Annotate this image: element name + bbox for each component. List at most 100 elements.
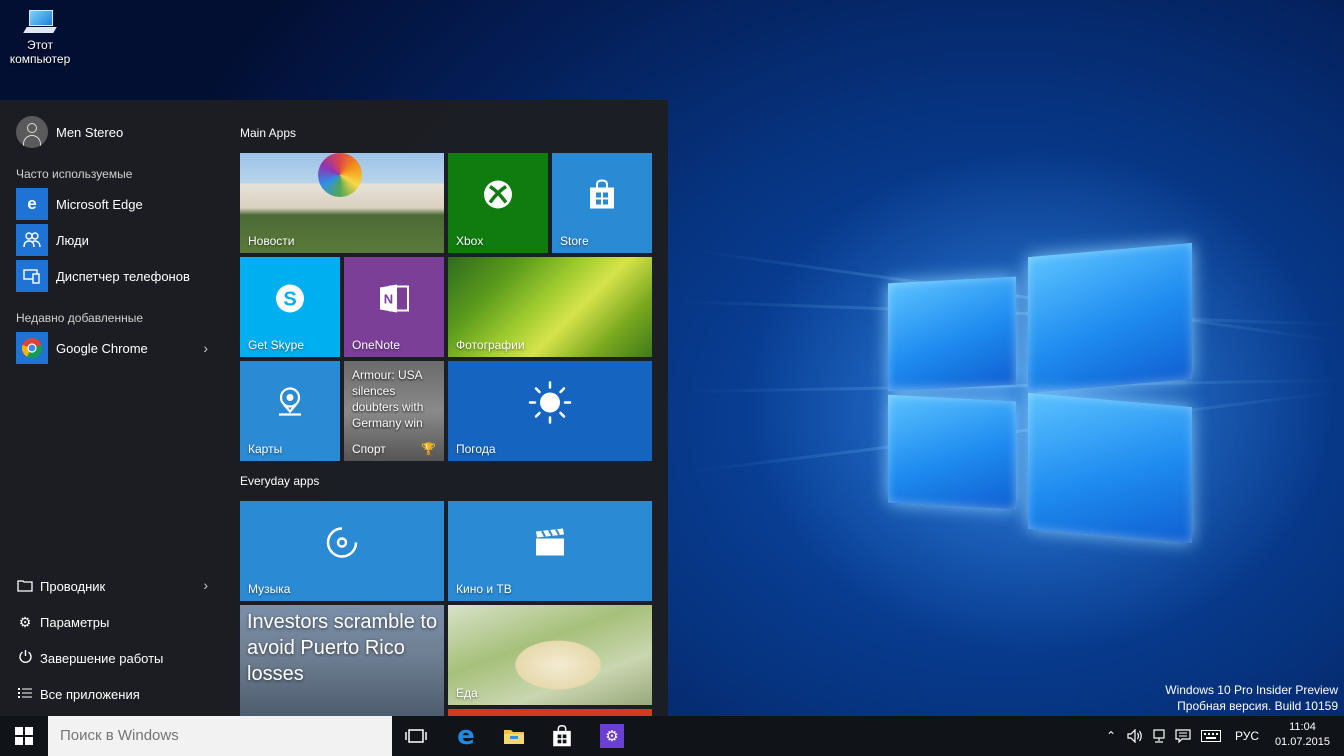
tile-label: Xbox [456, 234, 484, 248]
clapperboard-icon [534, 528, 566, 563]
tile-label: Новости [248, 234, 295, 248]
phone-companion-icon [16, 260, 48, 292]
computer-icon [23, 10, 57, 34]
store-bag-icon [553, 725, 571, 747]
tile-news[interactable]: Новости [240, 153, 444, 253]
gear-icon: ⚙ [18, 613, 32, 630]
tile-label: Еда [456, 686, 478, 700]
logo-pane-top-right [1028, 242, 1192, 394]
app-item-chrome[interactable]: Google Chrome › [16, 332, 216, 364]
food-photo [448, 605, 652, 705]
app-item-edge[interactable]: e Microsoft Edge [16, 188, 216, 220]
tile-label: Кино и ТВ [456, 582, 512, 596]
tile-movies[interactable]: Кино и ТВ [448, 501, 652, 601]
search-input[interactable] [48, 716, 392, 756]
tile-label: Карты [248, 442, 283, 456]
taskbar: e ⚙ ⌃ РУС 11:04 01.07.2015 [0, 716, 1344, 756]
app-item-phone-companion[interactable]: Диспетчер телефонов [16, 260, 216, 292]
app-item-label: Диспетчер телефонов [56, 268, 190, 284]
clock-time: 11:04 [1289, 721, 1316, 733]
taskbar-store-button[interactable] [538, 716, 586, 756]
edge-icon: e [16, 188, 48, 220]
system-item-explorer[interactable]: Проводник › [16, 574, 216, 598]
tile-skype[interactable]: S Get Skype [240, 257, 340, 357]
tile-food[interactable]: Еда [448, 605, 652, 705]
onenote-icon: N [378, 283, 410, 320]
network-button[interactable] [1148, 716, 1170, 756]
start-button[interactable] [0, 716, 48, 756]
tile-sport[interactable]: Armour: USA silences doubters with Germa… [344, 361, 444, 461]
desktop-icon-label: Этот [27, 38, 53, 52]
tile-photos[interactable]: Фотографии [448, 257, 652, 357]
tile-xbox[interactable]: Xbox [448, 153, 548, 253]
volume-button[interactable] [1124, 716, 1146, 756]
tile-store[interactable]: Store [552, 153, 652, 253]
network-icon [1153, 729, 1165, 743]
music-disc-icon [325, 526, 359, 565]
balloon-shape [318, 153, 362, 197]
power-icon [16, 649, 34, 667]
group-label-everyday-apps: Everyday apps [240, 474, 320, 488]
tile-label: Спорт [352, 442, 386, 456]
svg-text:S: S [283, 289, 296, 311]
speaker-icon [1127, 729, 1142, 743]
build-watermark: Windows 10 Pro Insider Preview Пробная в… [1165, 682, 1338, 714]
language-indicator[interactable]: РУС [1230, 716, 1264, 756]
logo-pane-top-left [888, 276, 1016, 392]
clock-date: 01.07.2015 [1274, 736, 1330, 748]
list-icon [16, 686, 34, 702]
desktop-icon-this-pc[interactable]: Этот компьютер [4, 6, 76, 66]
keyboard-icon [1201, 730, 1221, 742]
tile-label: Get Skype [248, 338, 305, 352]
watermark-line: Пробная версия. Build 10159 [1177, 699, 1338, 713]
tile-onenote[interactable]: N OneNote [344, 257, 444, 357]
watermark-line: Windows 10 Pro Insider Preview [1165, 683, 1338, 697]
task-view-button[interactable] [392, 716, 440, 756]
taskbar-explorer-button[interactable] [490, 716, 538, 756]
edge-icon: e [457, 721, 475, 751]
most-used-label: Часто используемые [16, 167, 133, 181]
gear-icon: ⚙ [600, 724, 624, 748]
app-item-people[interactable]: Люди [16, 224, 216, 256]
tile-money[interactable]: Investors scramble to avoid Puerto Rico … [240, 605, 444, 716]
clock[interactable]: 11:04 01.07.2015 [1275, 720, 1330, 750]
sport-headline: Armour: USA silences doubters with Germa… [352, 368, 424, 430]
chevron-right-icon[interactable]: › [203, 340, 208, 356]
svg-text:N: N [384, 292, 393, 307]
tile-maps[interactable]: Карты [240, 361, 340, 461]
taskbar-edge-button[interactable]: e [442, 716, 490, 756]
folder-icon [504, 730, 524, 744]
system-item-all-apps[interactable]: Все приложения [16, 682, 216, 706]
tile-music[interactable]: Музыка [240, 501, 444, 601]
logo-pane-bottom-right [1028, 392, 1192, 544]
tile-partial-bottom[interactable] [448, 709, 652, 716]
chevron-right-icon[interactable]: › [203, 577, 208, 593]
system-item-label: Завершение работы [40, 650, 164, 666]
action-center-button[interactable] [1172, 716, 1194, 756]
system-item-label: Параметры [40, 614, 110, 630]
tile-label: Погода [456, 442, 496, 456]
system-item-label: Проводник [40, 578, 106, 594]
tile-label: Store [560, 234, 589, 248]
sun-icon [528, 381, 572, 430]
task-view-icon [405, 729, 427, 743]
map-pin-icon [275, 387, 305, 424]
tile-label: Фотографии [456, 338, 525, 352]
tile-label: Музыка [248, 582, 291, 596]
skype-icon: S [273, 282, 307, 321]
touch-keyboard-button[interactable] [1198, 716, 1224, 756]
user-account[interactable]: Men Stereo [16, 116, 123, 148]
system-item-settings[interactable]: ⚙ Параметры [16, 610, 216, 634]
start-left-column: Men Stereo Часто используемые e Microsof… [0, 100, 226, 716]
logo-pane-bottom-left [888, 394, 1016, 510]
app-item-label: Google Chrome [56, 340, 148, 356]
app-item-label: Microsoft Edge [56, 196, 143, 212]
group-label-main-apps: Main Apps [240, 126, 297, 140]
system-item-power[interactable]: Завершение работы [16, 646, 216, 670]
trophy-icon: 🏆 [421, 442, 436, 456]
chrome-icon [16, 332, 48, 364]
show-hidden-icons-button[interactable]: ⌃ [1100, 716, 1122, 756]
taskbar-settings-button[interactable]: ⚙ [588, 716, 636, 756]
avatar [16, 116, 48, 148]
tile-weather[interactable]: Погода [448, 361, 652, 461]
